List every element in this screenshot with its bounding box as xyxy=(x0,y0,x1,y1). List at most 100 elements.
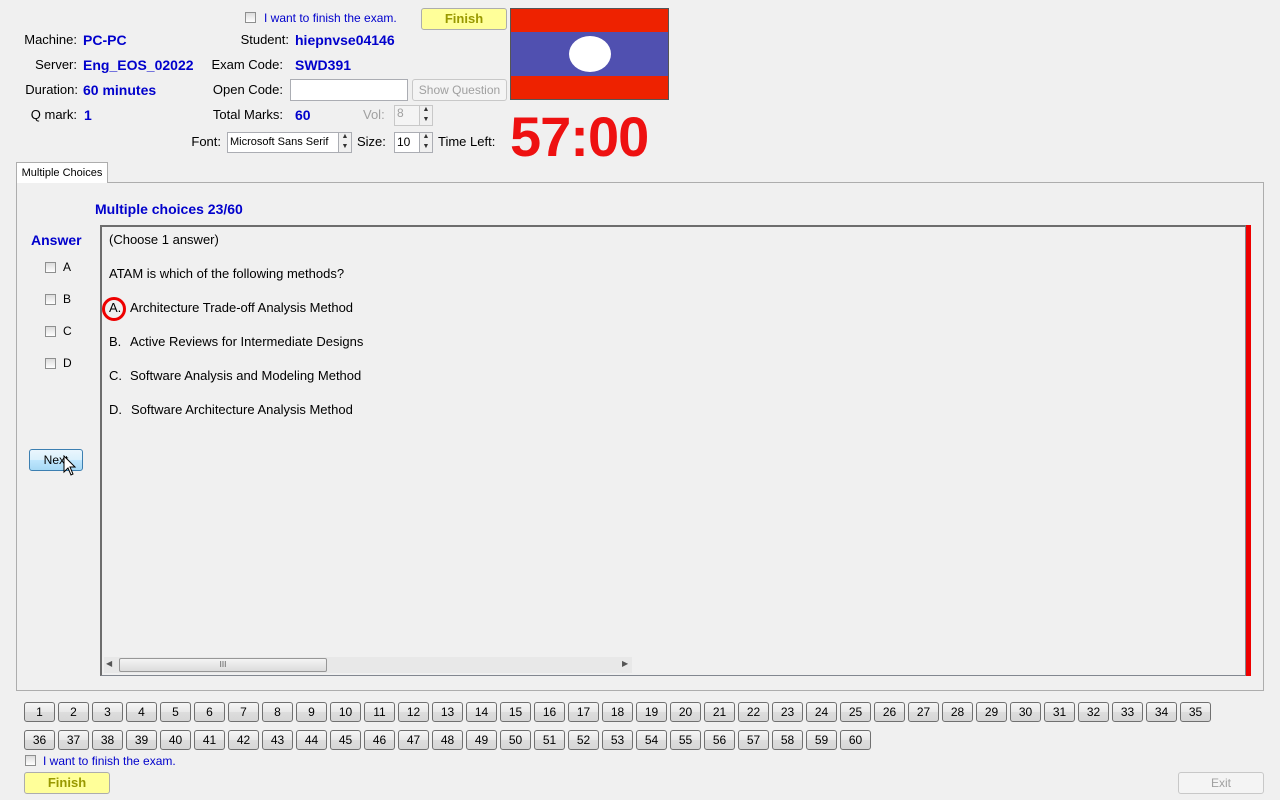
question-nav-button[interactable]: 34 xyxy=(1146,702,1177,722)
question-nav-button[interactable]: 51 xyxy=(534,730,565,750)
answer-c-checkbox[interactable] xyxy=(45,326,56,337)
question-nav-button[interactable]: 27 xyxy=(908,702,939,722)
question-nav-button[interactable]: 17 xyxy=(568,702,599,722)
answer-a-checkbox[interactable] xyxy=(45,262,56,273)
finish-exam-label-bottom: I want to finish the exam. xyxy=(43,754,176,768)
open-code-input[interactable] xyxy=(290,79,408,101)
question-nav-button[interactable]: 41 xyxy=(194,730,225,750)
question-nav-button[interactable]: 12 xyxy=(398,702,429,722)
scroll-left-arrow-icon[interactable]: ◀ xyxy=(106,659,112,668)
exit-button[interactable]: Exit xyxy=(1178,772,1264,794)
question-nav-button[interactable]: 56 xyxy=(704,730,735,750)
finish-exam-checkbox-bottom[interactable] xyxy=(25,755,36,766)
question-nav-button[interactable]: 55 xyxy=(670,730,701,750)
question-nav-button[interactable]: 10 xyxy=(330,702,361,722)
question-nav-button[interactable]: 53 xyxy=(602,730,633,750)
question-nav-button[interactable]: 25 xyxy=(840,702,871,722)
question-nav-button[interactable]: 23 xyxy=(772,702,803,722)
vol-input[interactable]: 8 xyxy=(394,105,420,126)
question-nav-button[interactable]: 59 xyxy=(806,730,837,750)
font-label: Font: xyxy=(191,134,221,149)
exam-code-label: Exam Code: xyxy=(211,57,283,72)
question-nav-button[interactable]: 26 xyxy=(874,702,905,722)
question-nav-button[interactable]: 44 xyxy=(296,730,327,750)
question-nav-button[interactable]: 24 xyxy=(806,702,837,722)
vol-spinner[interactable]: ▲ ▼ xyxy=(419,105,433,126)
question-nav-button[interactable]: 45 xyxy=(330,730,361,750)
size-input[interactable]: 10 xyxy=(394,132,420,153)
question-nav-button[interactable]: 14 xyxy=(466,702,497,722)
option-c-text: Software Analysis and Modeling Method xyxy=(130,368,362,383)
open-code-label: Open Code: xyxy=(212,82,283,97)
question-nav-button[interactable]: 22 xyxy=(738,702,769,722)
question-text: ATAM is which of the following methods? xyxy=(109,266,345,281)
size-label: Size: xyxy=(357,134,386,149)
question-nav-button[interactable]: 49 xyxy=(466,730,497,750)
question-nav-button[interactable]: 48 xyxy=(432,730,463,750)
scroll-right-arrow-icon[interactable]: ▶ xyxy=(622,659,628,668)
question-nav-button[interactable]: 7 xyxy=(228,702,259,722)
question-nav-button[interactable]: 6 xyxy=(194,702,225,722)
question-nav-button[interactable]: 43 xyxy=(262,730,293,750)
question-nav-button[interactable]: 60 xyxy=(840,730,871,750)
finish-button-top[interactable]: Finish xyxy=(421,8,507,30)
question-nav-button[interactable]: 9 xyxy=(296,702,327,722)
question-nav-button[interactable]: 5 xyxy=(160,702,191,722)
font-spinner[interactable]: ▲ ▼ xyxy=(338,132,352,153)
question-nav-button[interactable]: 58 xyxy=(772,730,803,750)
question-nav-button[interactable]: 2 xyxy=(58,702,89,722)
total-marks-value: 60 xyxy=(295,107,311,123)
question-nav-button[interactable]: 46 xyxy=(364,730,395,750)
question-nav-button[interactable]: 36 xyxy=(24,730,55,750)
question-nav-button[interactable]: 47 xyxy=(398,730,429,750)
question-nav-button[interactable]: 28 xyxy=(942,702,973,722)
option-b-letter: B. xyxy=(109,334,122,349)
question-nav-button[interactable]: 31 xyxy=(1044,702,1075,722)
question-nav-button[interactable]: 8 xyxy=(262,702,293,722)
question-nav-button[interactable]: 52 xyxy=(568,730,599,750)
question-nav-button[interactable]: 19 xyxy=(636,702,667,722)
question-nav-button[interactable]: 33 xyxy=(1112,702,1143,722)
question-nav-button[interactable]: 21 xyxy=(704,702,735,722)
question-nav-button[interactable]: 3 xyxy=(92,702,123,722)
question-nav-button[interactable]: 18 xyxy=(602,702,633,722)
scrollbar-thumb[interactable]: III xyxy=(119,658,327,672)
finish-exam-checkbox-top[interactable] xyxy=(245,12,256,23)
question-nav-button[interactable]: 16 xyxy=(534,702,565,722)
question-content-area xyxy=(100,225,1246,676)
option-c-letter: C. xyxy=(109,368,122,383)
answer-d-checkbox[interactable] xyxy=(45,358,56,369)
question-nav-button[interactable]: 57 xyxy=(738,730,769,750)
question-nav-button[interactable]: 40 xyxy=(160,730,191,750)
answer-b-label: B xyxy=(63,292,72,306)
tab-multiple-choices[interactable]: Multiple Choices xyxy=(16,162,108,183)
answer-a-label: A xyxy=(63,260,72,274)
finish-button-bottom[interactable]: Finish xyxy=(24,772,110,794)
question-nav-button[interactable]: 54 xyxy=(636,730,667,750)
question-nav-button[interactable]: 38 xyxy=(92,730,123,750)
question-nav-button[interactable]: 4 xyxy=(126,702,157,722)
answer-heading: Answer xyxy=(31,232,82,248)
question-nav-button[interactable]: 11 xyxy=(364,702,395,722)
question-nav-button[interactable]: 32 xyxy=(1078,702,1109,722)
question-nav-button[interactable]: 50 xyxy=(500,730,531,750)
question-nav-button[interactable]: 29 xyxy=(976,702,1007,722)
answer-b-checkbox[interactable] xyxy=(45,294,56,305)
qmark-label: Q mark: xyxy=(30,107,77,122)
question-nav-button[interactable]: 30 xyxy=(1010,702,1041,722)
finish-exam-label-top: I want to finish the exam. xyxy=(264,11,397,25)
question-nav-button[interactable]: 15 xyxy=(500,702,531,722)
font-input[interactable]: Microsoft Sans Serif xyxy=(227,132,339,153)
server-label: Server: xyxy=(35,57,77,72)
question-nav-button[interactable]: 39 xyxy=(126,730,157,750)
question-nav-button[interactable]: 13 xyxy=(432,702,463,722)
question-nav-button[interactable]: 37 xyxy=(58,730,89,750)
question-nav-button[interactable]: 35 xyxy=(1180,702,1211,722)
duration-value: 60 minutes xyxy=(83,82,157,98)
show-question-button[interactable]: Show Question xyxy=(412,79,507,101)
question-nav-button[interactable]: 20 xyxy=(670,702,701,722)
size-spinner[interactable]: ▲ ▼ xyxy=(419,132,433,153)
machine-value: PC-PC xyxy=(83,32,127,48)
question-nav-button[interactable]: 1 xyxy=(24,702,55,722)
question-nav-button[interactable]: 42 xyxy=(228,730,259,750)
